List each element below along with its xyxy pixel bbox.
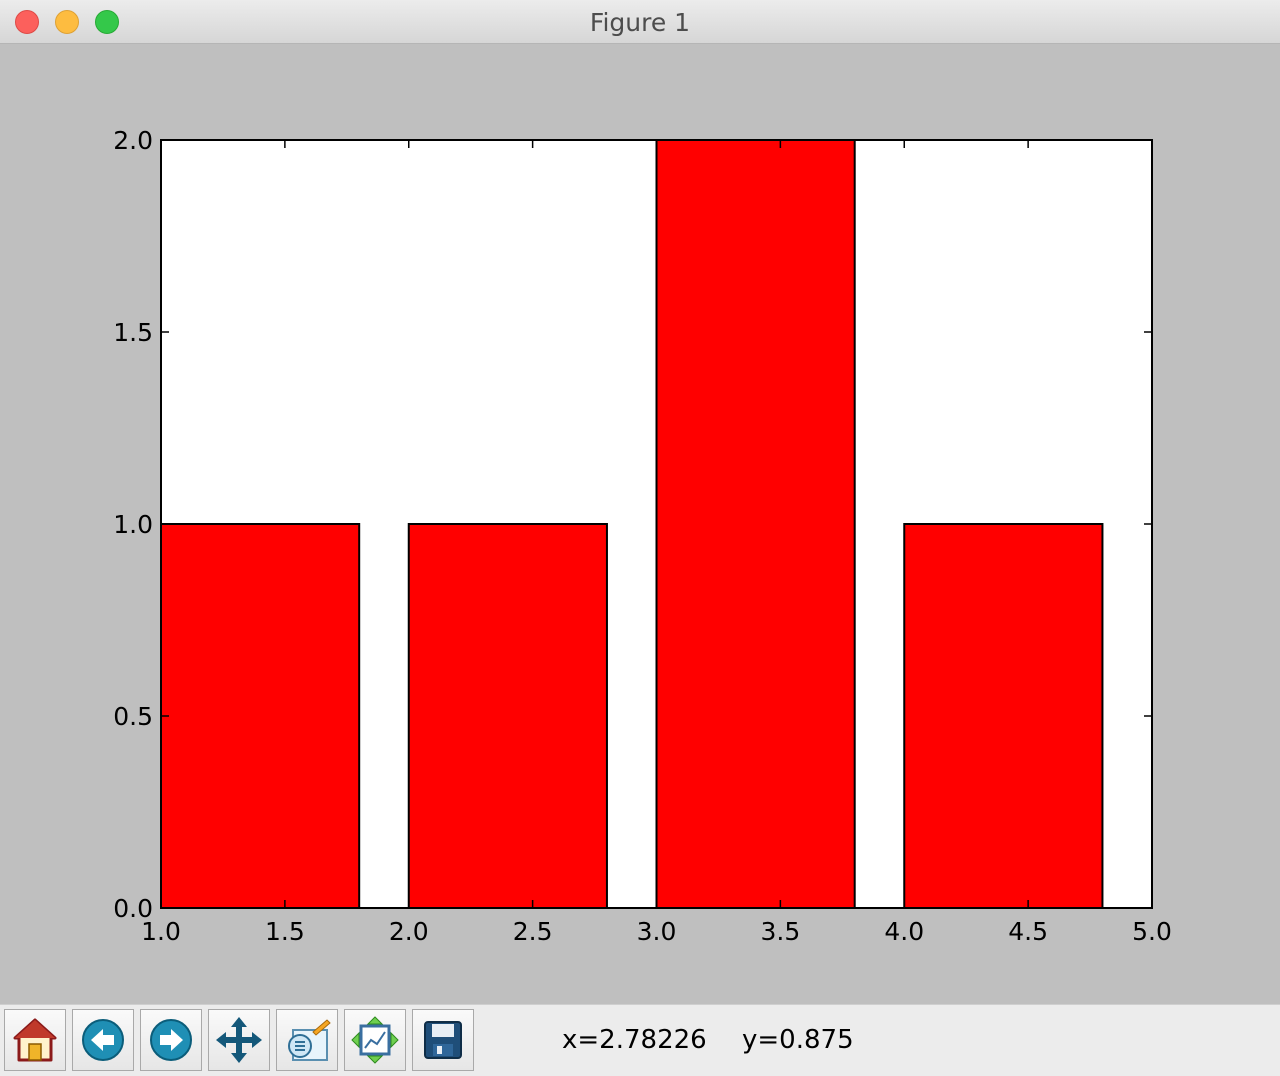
figure-window: Figure 1 1.0 1.5 2.0 2.5 3.0 3.5 4.0 4.5 5.0 0.0 0… <box>0 0 1280 1076</box>
x-tick-label: 3.0 <box>637 917 677 946</box>
navigation-toolbar: x=2.78226 y=0.875 <box>0 1004 1280 1076</box>
back-arrow-icon <box>82 1019 124 1061</box>
x-tick-label: 1.5 <box>265 917 305 946</box>
y-tick-label: 2.0 <box>113 126 153 155</box>
home-button[interactable] <box>4 1009 66 1071</box>
zoom-button[interactable] <box>276 1009 338 1071</box>
zoom-rect-icon <box>288 1019 331 1061</box>
bar-chart[interactable]: 1.0 1.5 2.0 2.5 3.0 3.5 4.0 4.5 5.00.00.51.01.52… <box>0 44 1280 1004</box>
home-icon <box>13 1018 57 1062</box>
x-tick-label: 3.5 <box>760 917 800 946</box>
window-title: Figure 1 <box>589 8 691 37</box>
x-tick-label: 4.5 <box>1008 917 1048 946</box>
bar-2 <box>407 523 608 909</box>
y-tick-label: 1.0 <box>113 510 153 539</box>
bar-1 <box>160 523 361 909</box>
x-tick-label: 2.5 <box>513 917 553 946</box>
back-button[interactable] <box>72 1009 134 1071</box>
x-tick-label: 4.0 <box>884 917 924 946</box>
y-tick-label: 0.0 <box>113 894 153 923</box>
configure-subplots-button[interactable] <box>344 1009 406 1071</box>
y-tick-label: 1.5 <box>113 318 153 347</box>
figure-canvas[interactable]: 1.0 1.5 2.0 2.5 3.0 3.5 4.0 4.5 5.0 0.0 0.5 1.0 1.5 2… <box>0 44 1280 1004</box>
bar-4 <box>903 523 1104 909</box>
y-tick-label: 0.5 <box>113 702 153 731</box>
x-coordinate-readout: x=2.78226 <box>562 1025 707 1055</box>
pan-move-icon <box>216 1017 262 1063</box>
forward-arrow-icon <box>150 1019 192 1061</box>
bar-3 <box>655 139 856 909</box>
y-coordinate-readout: y=0.875 <box>742 1025 854 1055</box>
forward-button[interactable] <box>140 1009 202 1071</box>
title-bar[interactable]: Figure 1 <box>0 0 1280 44</box>
x-tick-label: 5.0 <box>1132 917 1172 946</box>
save-floppy-icon <box>424 1021 462 1059</box>
save-button[interactable] <box>412 1009 474 1071</box>
pan-button[interactable] <box>208 1009 270 1071</box>
configure-subplots-icon <box>351 1016 399 1064</box>
x-tick-label: 2.0 <box>389 917 429 946</box>
